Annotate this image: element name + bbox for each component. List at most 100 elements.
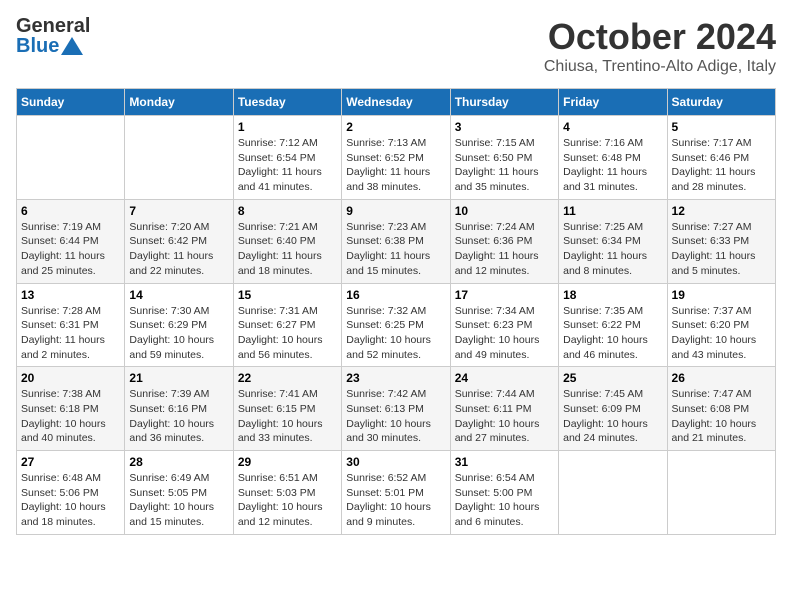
- calendar-cell: 19 Sunrise: 7:37 AM Sunset: 6:20 PM Dayli…: [667, 283, 775, 367]
- day-detail: Sunrise: 7:38 AM Sunset: 6:18 PM Dayligh…: [21, 387, 120, 446]
- day-detail: Sunrise: 7:23 AM Sunset: 6:38 PM Dayligh…: [346, 220, 445, 279]
- day-detail: Sunrise: 7:25 AM Sunset: 6:34 PM Dayligh…: [563, 220, 662, 279]
- day-number: 12: [672, 204, 771, 218]
- calendar-cell: 24Sunrise: 7:44 AM Sunset: 6:11 PM Dayli…: [450, 367, 558, 451]
- day-detail: Sunrise: 7:24 AM Sunset: 6:36 PM Dayligh…: [455, 220, 554, 279]
- calendar-cell: 8 Sunrise: 7:21 AM Sunset: 6:40 PM Daylig…: [233, 199, 341, 283]
- calendar-cell: 11 Sunrise: 7:25 AM Sunset: 6:34 PM Dayli…: [559, 199, 667, 283]
- day-number: 11: [563, 204, 662, 218]
- calendar-cell: 29 Sunrise: 6:51 AM Sunset: 5:03 PM Dayli…: [233, 451, 341, 535]
- day-number: 18: [563, 288, 662, 302]
- day-detail: Sunrise: 7:19 AM Sunset: 6:44 PM Dayligh…: [21, 220, 120, 279]
- day-number: 9: [346, 204, 445, 218]
- day-number: 31: [455, 455, 554, 469]
- page-header: General Blue October 2024 Chiusa, Trenti…: [16, 16, 776, 76]
- location-title: Chiusa, Trentino-Alto Adige, Italy: [544, 58, 776, 76]
- day-number: 28: [129, 455, 228, 469]
- day-detail: Sunrise: 7:45 AM Sunset: 6:09 PM Dayligh…: [563, 387, 662, 446]
- calendar-cell: 21 Sunrise: 7:39 AM Sunset: 6:16 PM Dayli…: [125, 367, 233, 451]
- day-detail: Sunrise: 6:54 AM Sunset: 5:00 PM Dayligh…: [455, 471, 554, 530]
- day-detail: Sunrise: 7:13 AM Sunset: 6:52 PM Dayligh…: [346, 136, 445, 195]
- day-header-thursday: Thursday: [450, 89, 558, 116]
- day-number: 20: [21, 371, 120, 385]
- day-number: 25: [563, 371, 662, 385]
- day-number: 14: [129, 288, 228, 302]
- calendar-cell: [125, 116, 233, 200]
- day-detail: Sunrise: 7:37 AM Sunset: 6:20 PM Dayligh…: [672, 304, 771, 363]
- day-number: 17: [455, 288, 554, 302]
- calendar-cell: [17, 116, 125, 200]
- calendar-table: SundayMondayTuesdayWednesdayThursdayFrid…: [16, 88, 776, 535]
- day-number: 21: [129, 371, 228, 385]
- calendar-cell: 15 Sunrise: 7:31 AM Sunset: 6:27 PM Dayli…: [233, 283, 341, 367]
- calendar-cell: 18 Sunrise: 7:35 AM Sunset: 6:22 PM Dayli…: [559, 283, 667, 367]
- day-detail: Sunrise: 7:34 AM Sunset: 6:23 PM Dayligh…: [455, 304, 554, 363]
- day-number: 13: [21, 288, 120, 302]
- calendar-week-1: 1Sunrise: 7:12 AM Sunset: 6:54 PM Daylig…: [17, 116, 776, 200]
- day-number: 30: [346, 455, 445, 469]
- logo: General Blue: [16, 16, 90, 56]
- day-number: 19: [672, 288, 771, 302]
- calendar-cell: 6 Sunrise: 7:19 AM Sunset: 6:44 PM Daylig…: [17, 199, 125, 283]
- calendar-cell: 31 Sunrise: 6:54 AM Sunset: 5:00 PM Dayli…: [450, 451, 558, 535]
- calendar-week-4: 20 Sunrise: 7:38 AM Sunset: 6:18 PM Dayli…: [17, 367, 776, 451]
- calendar-cell: 12 Sunrise: 7:27 AM Sunset: 6:33 PM Dayli…: [667, 199, 775, 283]
- day-detail: Sunrise: 7:28 AM Sunset: 6:31 PM Dayligh…: [21, 304, 120, 363]
- day-header-tuesday: Tuesday: [233, 89, 341, 116]
- day-detail: Sunrise: 7:17 AM Sunset: 6:46 PM Dayligh…: [672, 136, 771, 195]
- calendar-cell: 1Sunrise: 7:12 AM Sunset: 6:54 PM Daylig…: [233, 116, 341, 200]
- calendar-week-5: 27Sunrise: 6:48 AM Sunset: 5:06 PM Dayli…: [17, 451, 776, 535]
- calendar-week-2: 6 Sunrise: 7:19 AM Sunset: 6:44 PM Daylig…: [17, 199, 776, 283]
- day-detail: Sunrise: 7:31 AM Sunset: 6:27 PM Dayligh…: [238, 304, 337, 363]
- day-number: 6: [21, 204, 120, 218]
- calendar-cell: 14Sunrise: 7:30 AM Sunset: 6:29 PM Dayli…: [125, 283, 233, 367]
- day-header-sunday: Sunday: [17, 89, 125, 116]
- day-detail: Sunrise: 7:35 AM Sunset: 6:22 PM Dayligh…: [563, 304, 662, 363]
- day-number: 16: [346, 288, 445, 302]
- day-detail: Sunrise: 6:49 AM Sunset: 5:05 PM Dayligh…: [129, 471, 228, 530]
- day-number: 22: [238, 371, 337, 385]
- calendar-cell: 22 Sunrise: 7:41 AM Sunset: 6:15 PM Dayli…: [233, 367, 341, 451]
- calendar-cell: [559, 451, 667, 535]
- day-header-friday: Friday: [559, 89, 667, 116]
- month-title: October 2024: [544, 16, 776, 58]
- calendar-cell: 4 Sunrise: 7:16 AM Sunset: 6:48 PM Daylig…: [559, 116, 667, 200]
- calendar-cell: 17 Sunrise: 7:34 AM Sunset: 6:23 PM Dayli…: [450, 283, 558, 367]
- calendar-cell: 3Sunrise: 7:15 AM Sunset: 6:50 PM Daylig…: [450, 116, 558, 200]
- calendar-header-row: SundayMondayTuesdayWednesdayThursdayFrid…: [17, 89, 776, 116]
- day-detail: Sunrise: 7:41 AM Sunset: 6:15 PM Dayligh…: [238, 387, 337, 446]
- day-number: 7: [129, 204, 228, 218]
- day-detail: Sunrise: 7:47 AM Sunset: 6:08 PM Dayligh…: [672, 387, 771, 446]
- day-number: 15: [238, 288, 337, 302]
- calendar-body: 1Sunrise: 7:12 AM Sunset: 6:54 PM Daylig…: [17, 116, 776, 535]
- day-number: 23: [346, 371, 445, 385]
- calendar-cell: 23Sunrise: 7:42 AM Sunset: 6:13 PM Dayli…: [342, 367, 450, 451]
- calendar-cell: 20 Sunrise: 7:38 AM Sunset: 6:18 PM Dayli…: [17, 367, 125, 451]
- calendar-cell: 28 Sunrise: 6:49 AM Sunset: 5:05 PM Dayli…: [125, 451, 233, 535]
- calendar-cell: 13 Sunrise: 7:28 AM Sunset: 6:31 PM Dayli…: [17, 283, 125, 367]
- day-detail: Sunrise: 7:20 AM Sunset: 6:42 PM Dayligh…: [129, 220, 228, 279]
- day-detail: Sunrise: 6:48 AM Sunset: 5:06 PM Dayligh…: [21, 471, 120, 530]
- day-detail: Sunrise: 7:32 AM Sunset: 6:25 PM Dayligh…: [346, 304, 445, 363]
- day-detail: Sunrise: 7:27 AM Sunset: 6:33 PM Dayligh…: [672, 220, 771, 279]
- day-number: 2: [346, 120, 445, 134]
- day-detail: Sunrise: 7:44 AM Sunset: 6:11 PM Dayligh…: [455, 387, 554, 446]
- day-detail: Sunrise: 6:51 AM Sunset: 5:03 PM Dayligh…: [238, 471, 337, 530]
- title-section: October 2024 Chiusa, Trentino-Alto Adige…: [544, 16, 776, 76]
- calendar-week-3: 13 Sunrise: 7:28 AM Sunset: 6:31 PM Dayli…: [17, 283, 776, 367]
- calendar-cell: 26 Sunrise: 7:47 AM Sunset: 6:08 PM Dayli…: [667, 367, 775, 451]
- day-detail: Sunrise: 7:39 AM Sunset: 6:16 PM Dayligh…: [129, 387, 228, 446]
- day-header-monday: Monday: [125, 89, 233, 116]
- day-number: 8: [238, 204, 337, 218]
- day-number: 26: [672, 371, 771, 385]
- day-detail: Sunrise: 7:12 AM Sunset: 6:54 PM Dayligh…: [238, 136, 337, 195]
- day-detail: Sunrise: 7:16 AM Sunset: 6:48 PM Dayligh…: [563, 136, 662, 195]
- day-detail: Sunrise: 7:21 AM Sunset: 6:40 PM Dayligh…: [238, 220, 337, 279]
- day-number: 4: [563, 120, 662, 134]
- calendar-cell: 5Sunrise: 7:17 AM Sunset: 6:46 PM Daylig…: [667, 116, 775, 200]
- day-detail: Sunrise: 6:52 AM Sunset: 5:01 PM Dayligh…: [346, 471, 445, 530]
- day-header-wednesday: Wednesday: [342, 89, 450, 116]
- day-number: 29: [238, 455, 337, 469]
- calendar-cell: 10Sunrise: 7:24 AM Sunset: 6:36 PM Dayli…: [450, 199, 558, 283]
- calendar-cell: 16 Sunrise: 7:32 AM Sunset: 6:25 PM Dayli…: [342, 283, 450, 367]
